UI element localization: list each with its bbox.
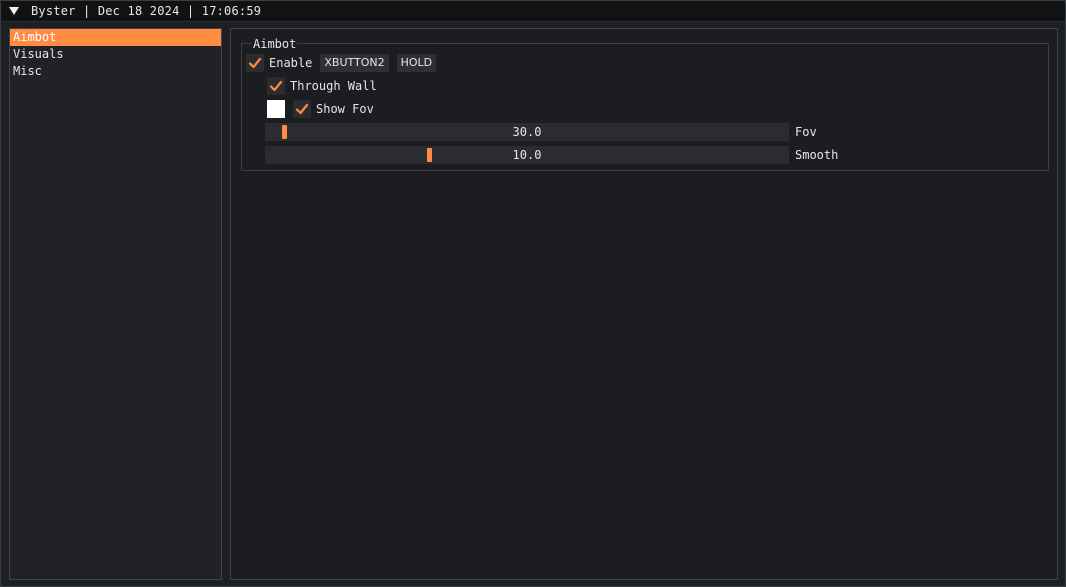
checkmark-icon	[269, 80, 283, 92]
content-panel: Aimbot Enable XBUTTON2 HOLD Through Wall…	[230, 28, 1058, 580]
smooth-value: 10.0	[512, 148, 542, 162]
fov-slider[interactable]: 30.0	[265, 123, 789, 141]
show-fov-row: Show Fov	[267, 100, 374, 118]
show-fov-label: Show Fov	[316, 102, 374, 116]
enable-label: Enable	[269, 56, 313, 70]
sidebar-item-misc[interactable]: Misc	[10, 63, 221, 80]
enable-row: Enable XBUTTON2 HOLD	[246, 54, 437, 72]
through-wall-row: Through Wall	[267, 77, 377, 95]
fov-value: 30.0	[512, 125, 542, 139]
group-title: Aimbot	[252, 37, 298, 51]
fov-label: Fov	[795, 125, 817, 139]
triangle-down-icon[interactable]	[9, 7, 19, 15]
keymode-button[interactable]: HOLD	[396, 54, 437, 72]
smooth-label: Smooth	[795, 148, 839, 162]
sidebar-item-aimbot[interactable]: Aimbot	[10, 29, 221, 46]
checkmark-icon	[248, 57, 262, 69]
through-wall-label: Through Wall	[290, 79, 377, 93]
keybind-button[interactable]: XBUTTON2	[320, 54, 389, 72]
aimbot-group: Aimbot Enable XBUTTON2 HOLD Through Wall…	[241, 37, 1049, 171]
main-window: Byster | Dec 18 2024 | 17:06:59 Aimbot V…	[0, 0, 1066, 587]
enable-checkbox[interactable]	[246, 54, 264, 72]
checkmark-icon	[295, 103, 309, 115]
smooth-slider[interactable]: 10.0	[265, 146, 789, 164]
sidebar-item-visuals[interactable]: Visuals	[10, 46, 221, 63]
title-bar[interactable]: Byster | Dec 18 2024 | 17:06:59	[1, 1, 1065, 22]
sidebar: Aimbot Visuals Misc	[9, 28, 222, 580]
fov-color-swatch[interactable]	[267, 100, 285, 118]
show-fov-checkbox[interactable]	[293, 100, 311, 118]
through-wall-checkbox[interactable]	[267, 77, 285, 95]
window-title: Byster | Dec 18 2024 | 17:06:59	[31, 4, 262, 18]
